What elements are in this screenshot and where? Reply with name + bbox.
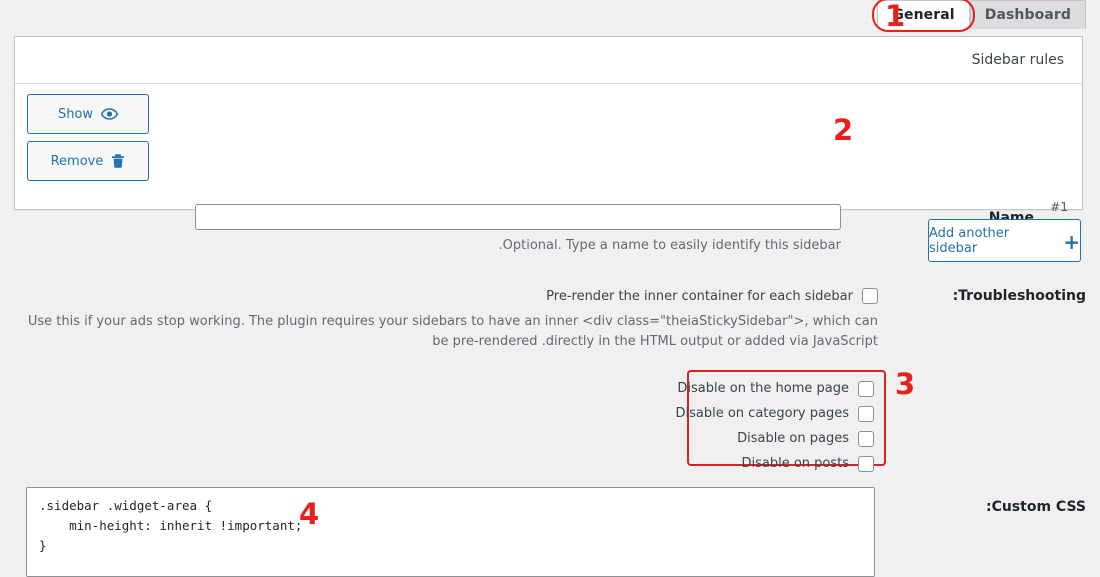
prerender-option-row: Pre-render the inner container for each … bbox=[400, 288, 878, 304]
annotation-number-4: 4 bbox=[299, 497, 320, 531]
disable-category-pages-checkbox[interactable] bbox=[858, 405, 874, 422]
disable-home-page-label: Disable on the home page bbox=[677, 381, 849, 396]
sidebar-actions: Show Remove bbox=[27, 94, 149, 181]
sidebar-name-input[interactable] bbox=[195, 204, 841, 230]
eye-icon bbox=[101, 108, 119, 120]
panel-header: Sidebar rules bbox=[15, 37, 1082, 84]
disable-home-page-checkbox[interactable] bbox=[858, 380, 874, 397]
disable-pages-label: Disable on pages bbox=[737, 431, 849, 446]
panel-title: Sidebar rules bbox=[971, 52, 1064, 68]
disable-category-pages-label: Disable on category pages bbox=[675, 406, 849, 421]
plus-icon: + bbox=[1063, 229, 1080, 254]
show-button[interactable]: Show bbox=[27, 94, 149, 134]
sidebar-rules-panel: Sidebar rules Show Remove .Optional. Typ… bbox=[14, 36, 1083, 253]
sidebar-name-help: .Optional. Type a name to easily identif… bbox=[498, 238, 841, 253]
custom-css-textarea[interactable]: .sidebar .widget-area { min-height: inhe… bbox=[26, 487, 875, 577]
annotation-number-1: 1 bbox=[885, 0, 906, 33]
add-another-sidebar-label: Add another sidebar bbox=[929, 225, 1010, 256]
tab-dashboard[interactable]: Dashboard bbox=[969, 0, 1086, 29]
custom-css-heading: :Custom CSS bbox=[985, 499, 1086, 515]
disable-posts-label: Disable on posts bbox=[741, 456, 849, 471]
disable-option-row: Disable on the home page bbox=[677, 378, 874, 399]
trash-icon bbox=[111, 153, 125, 169]
add-another-sidebar-button[interactable]: Add another sidebar + bbox=[928, 219, 1081, 262]
show-button-label: Show bbox=[57, 106, 94, 122]
disable-option-row: Disable on posts bbox=[699, 453, 874, 474]
tab-strip: General Dashboard bbox=[0, 0, 1100, 32]
prerender-label: Pre-render the inner container for each … bbox=[546, 288, 853, 304]
remove-button-label: Remove bbox=[50, 153, 104, 169]
sidebar-row-1: Show Remove .Optional. Type a name to ea… bbox=[15, 84, 1082, 253]
disable-options-group: Disable on the home page Disable on cate… bbox=[675, 370, 886, 472]
prerender-checkbox[interactable] bbox=[862, 288, 878, 304]
disable-option-row: Disable on category pages bbox=[675, 403, 874, 424]
disable-pages-checkbox[interactable] bbox=[858, 430, 874, 447]
troubleshooting-description: Use this if your ads stop working. The p… bbox=[27, 314, 878, 349]
sidebar-index-label: #1 bbox=[1050, 200, 1068, 214]
annotation-number-3: 3 bbox=[895, 367, 916, 401]
troubleshooting-heading: :Troubleshooting bbox=[952, 288, 1086, 304]
annotation-number-2: 2 bbox=[833, 113, 854, 147]
remove-button[interactable]: Remove bbox=[27, 141, 149, 181]
disable-option-row: Disable on pages bbox=[699, 428, 874, 449]
disable-posts-checkbox[interactable] bbox=[858, 455, 874, 472]
